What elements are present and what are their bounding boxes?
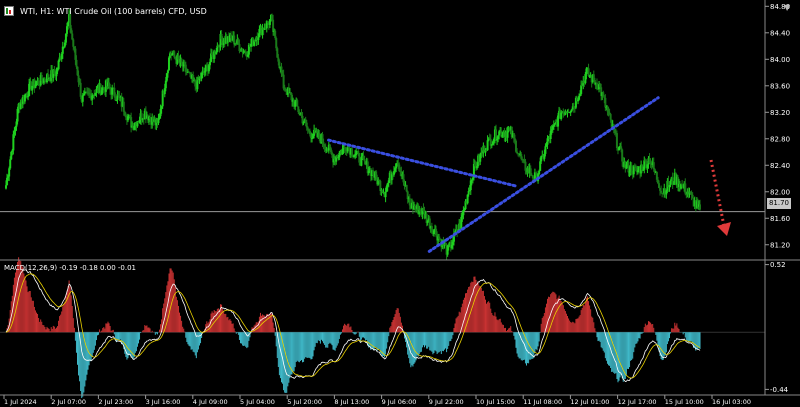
- price-tick-label: 83.60: [770, 82, 790, 90]
- time-tick-label: 16 Jul 03:00: [712, 398, 751, 406]
- candle-body: [570, 109, 573, 112]
- candle-body: [699, 204, 701, 210]
- time-tick-label: 3 Jul 16:00: [146, 398, 181, 406]
- candle-body: [486, 140, 489, 151]
- price-tick-label: 82.00: [770, 188, 790, 196]
- time-tick-label: 5 Jul 04:00: [240, 398, 275, 406]
- candle-body: [538, 170, 541, 175]
- candle-body: [657, 183, 660, 188]
- candle-body: [37, 80, 40, 85]
- candle-body: [166, 70, 169, 74]
- candle-body: [430, 226, 433, 230]
- candle-body: [5, 185, 7, 189]
- candle-body: [79, 82, 82, 97]
- time-tick-label: 9 Jul 22:00: [429, 398, 464, 406]
- candle-body: [72, 39, 75, 47]
- candle-body: [173, 51, 176, 57]
- candle-body: [81, 95, 84, 102]
- candle-body: [544, 146, 547, 154]
- macd-tick-label: 0.52: [770, 261, 786, 269]
- candle-body: [652, 162, 655, 170]
- time-tick-label: 2 Jul 07:00: [51, 398, 86, 406]
- candle-body: [615, 133, 618, 148]
- time-tick-label: 2 Jul 23:00: [98, 398, 133, 406]
- candle-body: [587, 68, 590, 76]
- chart-header: WTI, H1: WTI Crude Oil (100 barrels) CFD…: [4, 4, 207, 18]
- price-tick-label: 83.20: [770, 109, 790, 117]
- candle-body: [167, 57, 170, 71]
- price-tick-label: 84.00: [770, 56, 790, 64]
- candle-body: [384, 191, 387, 198]
- candle-body: [350, 148, 353, 156]
- candle-body: [357, 150, 360, 154]
- candle-body: [111, 87, 114, 95]
- time-tick-label: 12 Jul 17:00: [618, 398, 657, 406]
- current-price-tag: 81.70: [767, 198, 791, 209]
- macd-label: MACD(12,26,9) -0.19 -0.18 0.00 -0.01: [4, 264, 136, 272]
- price-tick-label: 84.40: [770, 29, 790, 37]
- candle-body: [609, 114, 612, 120]
- price-tick-label: 82.40: [770, 162, 790, 170]
- price-tick-label: 81.20: [770, 241, 790, 249]
- candle-body: [114, 96, 117, 101]
- candle-body: [122, 101, 125, 112]
- candle-body: [660, 190, 663, 193]
- chart-title: WTI, H1: WTI Crude Oil (100 barrels) CFD…: [20, 6, 207, 16]
- candle-body: [67, 22, 70, 27]
- price-tick-label: 81.60: [770, 215, 790, 223]
- time-tick-label: 9 Jul 06:00: [382, 398, 417, 406]
- candle-body: [691, 194, 694, 198]
- candle-body: [643, 160, 646, 170]
- time-tick-label: 15 Jul 10:00: [665, 398, 704, 406]
- candle-body: [208, 61, 211, 66]
- macd-tick-label: -0.44: [770, 386, 789, 394]
- time-tick-label: 4 Jul 09:00: [193, 398, 228, 406]
- chart-background: [0, 0, 800, 407]
- candle-body: [669, 181, 672, 186]
- candle-body: [408, 198, 411, 206]
- candle-body: [462, 210, 465, 216]
- time-tick-label: 11 Jul 08:00: [523, 398, 562, 406]
- price-tick-label: 82.80: [770, 135, 790, 143]
- candle-body: [580, 85, 583, 94]
- time-tick-label: 1 Jul 2024: [4, 398, 37, 406]
- time-tick-label: 5 Jul 20:00: [287, 398, 322, 406]
- candle-body: [560, 112, 563, 120]
- candle-body: [516, 151, 519, 154]
- price-chart[interactable]: 84.8084.4084.0083.6083.2082.8082.4082.00…: [0, 0, 800, 407]
- candle-body: [405, 184, 408, 192]
- candle-body: [595, 82, 598, 89]
- candle-body: [296, 100, 299, 107]
- time-tick-label: 10 Jul 15:00: [476, 398, 515, 406]
- candle-body: [9, 159, 12, 169]
- candle-body: [75, 59, 78, 67]
- candle-body: [257, 37, 260, 41]
- time-tick-label: 12 Jul 01:00: [570, 398, 609, 406]
- candle-body: [57, 60, 60, 70]
- time-tick-label: 8 Jul 13:00: [334, 398, 369, 406]
- scroll-arrow-icon[interactable]: ▼: [784, 3, 790, 12]
- chart-symbol-icon[interactable]: [4, 6, 14, 16]
